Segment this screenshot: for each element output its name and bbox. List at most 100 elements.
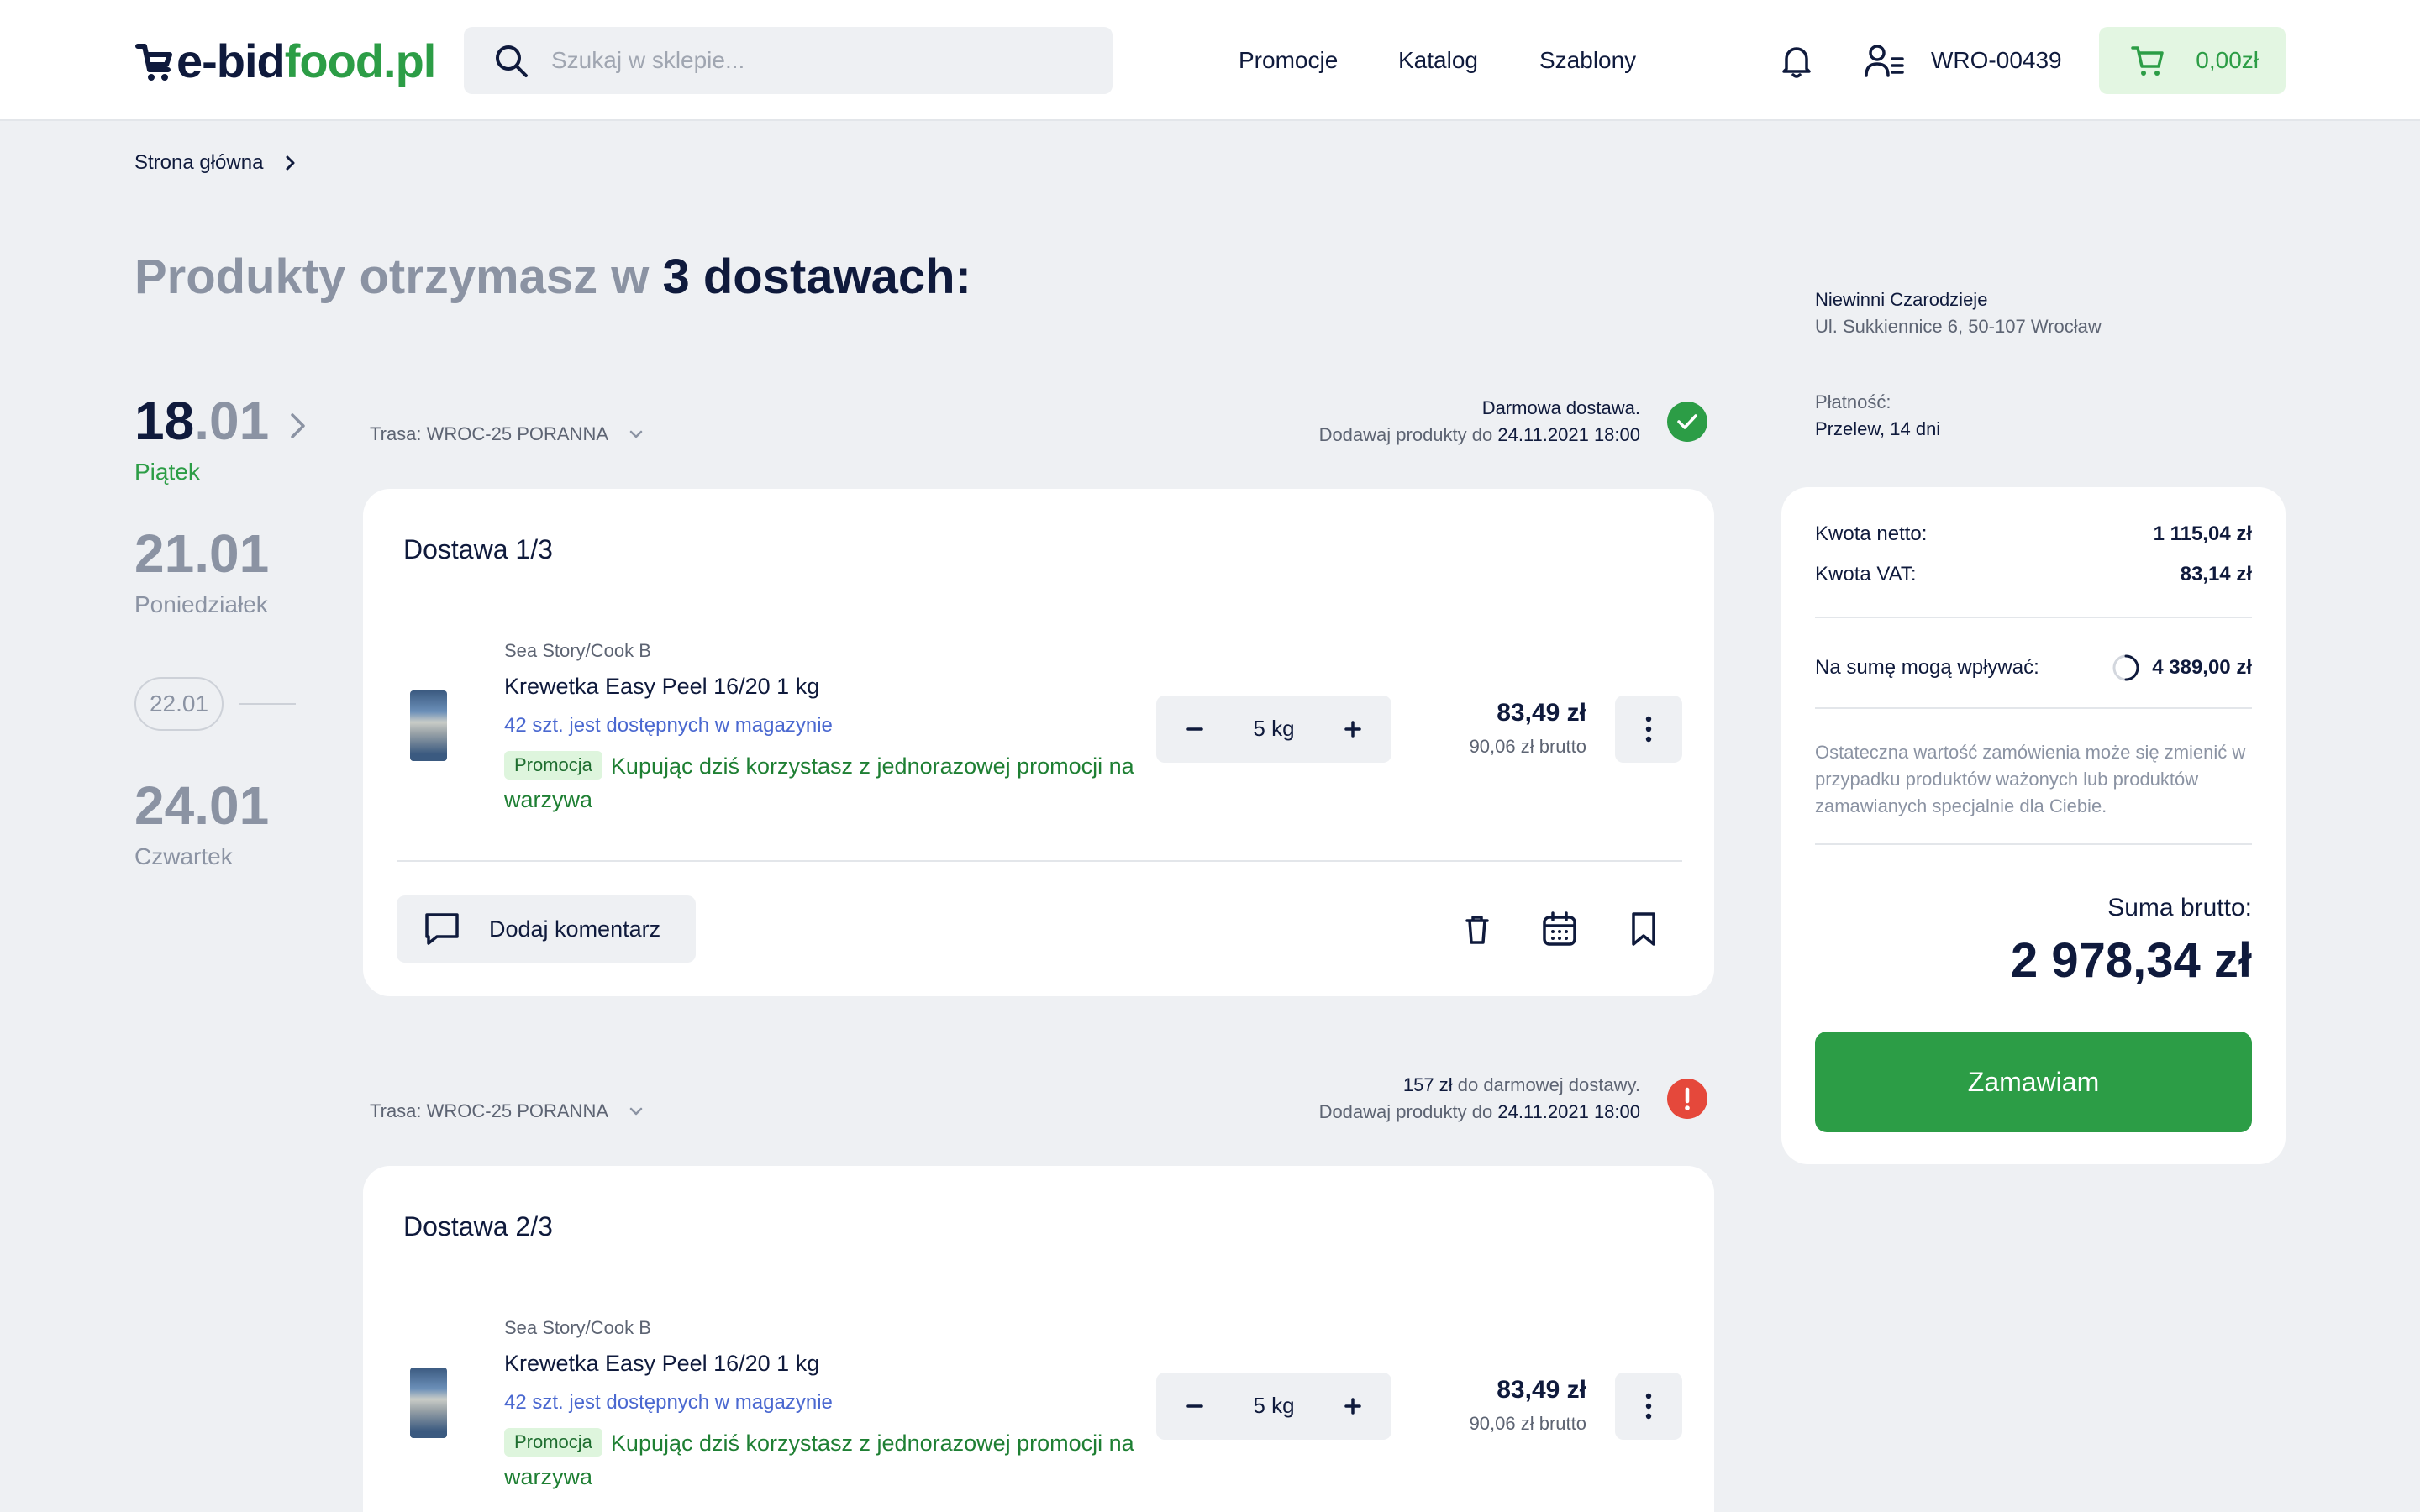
- product-brand: Sea Story/Cook B: [504, 1317, 651, 1338]
- plus-icon[interactable]: [1338, 714, 1368, 744]
- logo[interactable]: e-bid food.pl: [134, 32, 437, 89]
- search-input[interactable]: [551, 47, 1055, 74]
- quantity-stepper: 5 kg: [1156, 696, 1392, 763]
- page-title: Produkty otrzymasz w 3 dostawach:: [134, 249, 971, 305]
- product-price: 83,49 zł: [1497, 1376, 1586, 1404]
- quantity-stepper: 5 kg: [1156, 1373, 1392, 1440]
- nav-szablony[interactable]: Szablony: [1539, 47, 1636, 74]
- payment-value: Przelew, 14 dni: [1815, 418, 1941, 439]
- net-value: 1 115,04 zł: [2153, 522, 2252, 545]
- date-weekday: Czwartek: [134, 843, 233, 869]
- net-row: Kwota netto: 1 115,04 zł: [1815, 522, 2252, 546]
- product-stock: 42 szt. jest dostępnych w magazynie: [504, 1391, 833, 1414]
- chevron-down-icon: [629, 430, 643, 438]
- delivery-meta: Darmowa dostawa. Dodawaj produkty do 24.…: [1319, 395, 1640, 449]
- date-number: 24.01: [134, 775, 270, 836]
- date-number: 21.01: [134, 523, 270, 584]
- logo-text-food: food.pl: [284, 34, 437, 87]
- route-label: Trasa: WROC-25 PORANNA: [370, 423, 609, 444]
- product-name[interactable]: Krewetka Easy Peel 16/20 1 kg: [504, 674, 819, 700]
- order-button[interactable]: Zamawiam: [1815, 1032, 2252, 1132]
- delivery-meta: 157 zł do darmowej dostawy. Dodawaj prod…: [1319, 1072, 1640, 1126]
- search-icon: [496, 45, 528, 77]
- breadcrumb-home[interactable]: Strona główna: [134, 151, 263, 175]
- product-promo: Promocja Kupując dziś korzystasz z jednor…: [504, 1426, 1143, 1494]
- top-bar: e-bidfood.pl Promocje Katalog Szablony W…: [0, 0, 2420, 121]
- logo-cart-icon: [135, 44, 172, 81]
- payment-label: Płatność:: [1815, 391, 1891, 412]
- divider: [397, 860, 1682, 862]
- cart-button[interactable]: 0,00zł: [2099, 27, 2286, 94]
- meta-deadline-prefix: Dodawaj produkty do: [1318, 1101, 1498, 1122]
- exclamation-icon: [1685, 1087, 1690, 1110]
- product-image[interactable]: [410, 1368, 447, 1438]
- date-weekday: Piątek: [134, 459, 200, 485]
- vat-row: Kwota VAT: 83,14 zł: [1815, 563, 2252, 586]
- date-weekday: Poniedziałek: [134, 591, 268, 617]
- total-value: 2 978,34 zł: [2011, 933, 2252, 988]
- nav-katalog[interactable]: Katalog: [1398, 47, 1478, 74]
- divider: [1815, 617, 2252, 618]
- route-label: Trasa: WROC-25 PORANNA: [370, 1100, 609, 1121]
- net-label: Kwota netto:: [1815, 522, 1928, 545]
- product-promo: Promocja Kupując dziś korzystasz z jednor…: [504, 749, 1143, 816]
- spinner-icon: [2112, 654, 2139, 681]
- trash-icon[interactable]: [1457, 909, 1497, 949]
- delivery-title: Dostawa 2/3: [403, 1211, 553, 1242]
- product-name[interactable]: Krewetka Easy Peel 16/20 1 kg: [504, 1351, 819, 1377]
- meta-deadline: 24.11.2021 18:00: [1497, 424, 1640, 445]
- influence-row: Na sumę mogą wpływać: 4 389,00 zł: [1815, 654, 2252, 682]
- delivery-card: Dostawa 2/3 Sea Story/Cook B Krewetka Ea…: [363, 1166, 1714, 1512]
- bookmark-icon[interactable]: [1623, 909, 1664, 949]
- cart-icon: [2131, 46, 2164, 76]
- date-item-21-01[interactable]: 21.01 Poniedziałek: [134, 522, 269, 618]
- more-options-button[interactable]: [1615, 696, 1682, 763]
- search-box: [464, 27, 1113, 94]
- page-title-count: 3 dostawach:: [662, 249, 971, 304]
- account-id[interactable]: WRO-00439: [1931, 47, 2062, 74]
- calendar-icon[interactable]: [1539, 909, 1580, 949]
- more-options-button[interactable]: [1615, 1373, 1682, 1440]
- logo-text-bid: e-bid: [176, 34, 286, 87]
- route-selector[interactable]: Trasa: WROC-25 PORANNA: [370, 423, 644, 445]
- route-selector[interactable]: Trasa: WROC-25 PORANNA: [370, 1100, 644, 1122]
- product-stock: 42 szt. jest dostępnych w magazynie: [504, 714, 833, 737]
- date-item-18-01[interactable]: 18.01 Piątek: [134, 390, 269, 486]
- meta-amount: 157 zł: [1402, 1074, 1453, 1095]
- delivery-card: Dostawa 1/3 Sea Story/Cook B Krewetka Ea…: [363, 489, 1714, 996]
- date-day-number: 18: [134, 391, 195, 451]
- user-icon[interactable]: [1864, 42, 1904, 79]
- total-label: Suma brutto:: [2107, 894, 2252, 921]
- influence-amount[interactable]: 4 389,00 zł: [2112, 654, 2252, 682]
- meta-free-delivery: Darmowa dostawa.: [1481, 397, 1640, 418]
- plus-icon[interactable]: [1338, 1391, 1368, 1421]
- cart-total: 0,00zł: [2196, 47, 2259, 73]
- comment-icon: [425, 913, 459, 945]
- page-title-prefix: Produkty otrzymasz w: [134, 249, 663, 304]
- influence-label: Na sumę mogą wpływać:: [1815, 656, 2039, 679]
- product-price-gross: 90,06 zł brutto: [1469, 736, 1586, 757]
- meta-deadline: 24.11.2021 18:00: [1497, 1101, 1640, 1122]
- divider: [1815, 843, 2252, 845]
- promo-badge: Promocja: [504, 751, 602, 780]
- order-summary: Kwota netto: 1 115,04 zł Kwota VAT: 83,1…: [1781, 487, 2286, 1164]
- delivery-title: Dostawa 1/3: [403, 534, 553, 564]
- nav-promocje[interactable]: Promocje: [1239, 47, 1338, 74]
- client-name: Niewinni Czarodzieje: [1815, 289, 1988, 310]
- date-pill-22-01[interactable]: 22.01: [134, 677, 224, 731]
- chevron-right-icon: [286, 155, 295, 171]
- timeline-line: [239, 703, 296, 705]
- chevron-down-icon: [629, 1107, 643, 1116]
- vat-label: Kwota VAT:: [1815, 563, 1917, 585]
- meta-free-delivery: do darmowej dostawy.: [1452, 1074, 1640, 1095]
- add-comment-button[interactable]: Dodaj komentarz: [397, 895, 696, 963]
- influence-value: 4 389,00 zł: [2152, 656, 2252, 679]
- date-item-24-01[interactable]: 24.01 Czwartek: [134, 774, 269, 870]
- breadcrumb: Strona główna: [134, 151, 297, 175]
- chevron-right-icon[interactable]: [289, 412, 308, 440]
- vat-value: 83,14 zł: [2180, 563, 2252, 585]
- date-month: .01: [194, 391, 270, 451]
- bell-icon[interactable]: [1778, 42, 1815, 79]
- product-brand: Sea Story/Cook B: [504, 640, 651, 661]
- product-image[interactable]: [410, 690, 447, 761]
